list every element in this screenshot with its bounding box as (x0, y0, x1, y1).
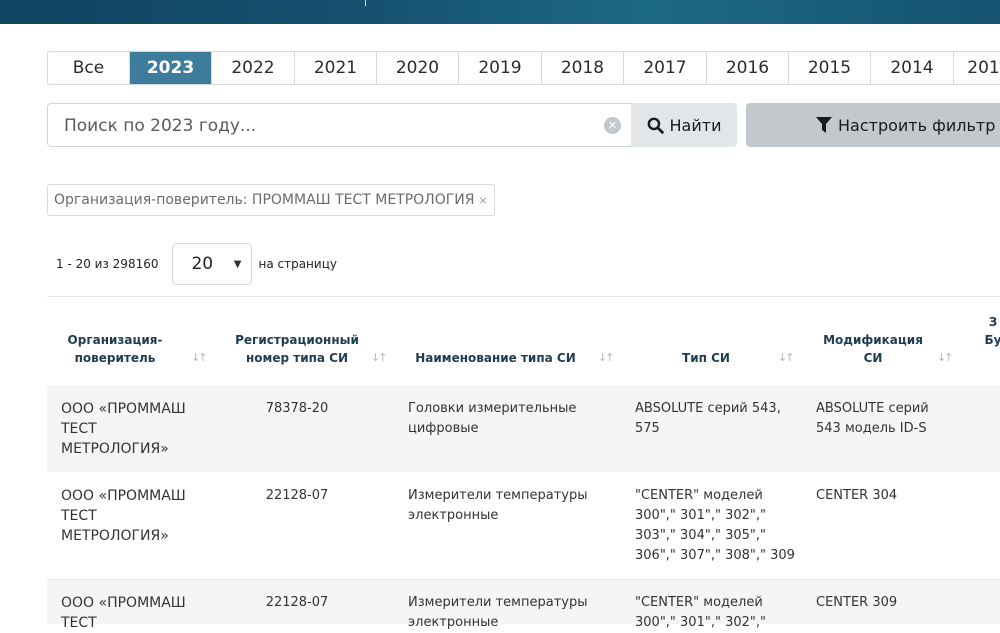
search-icon (647, 117, 664, 134)
table-top-divider (47, 296, 1000, 297)
cell-line: МЕТРОЛОГИЯ» (61, 528, 169, 544)
table-cell-type: "CENTER" моделей 300"," 301"," 302"," 303"… (635, 486, 805, 566)
table-cell-mod: CENTER 309 (816, 593, 966, 613)
cell-line: 300"," 301"," 302"," (635, 615, 766, 630)
tab-year-2019[interactable]: 2019 (459, 52, 542, 84)
header-line: Модификация (823, 333, 923, 347)
search-box: ✕ (47, 103, 631, 147)
cell-line: 543 модель ID-S (816, 421, 927, 436)
find-button-label: Найти (669, 115, 722, 135)
chevron-down-icon: ▼ (233, 258, 242, 270)
header-line: номер типа СИ (245, 351, 349, 365)
cell-line: "CENTER" моделей (635, 595, 763, 610)
table-cell-name: Измерители температуры электронные (408, 486, 598, 526)
header-line: Регистрационный (235, 333, 359, 347)
remove-filter-icon[interactable]: × (478, 194, 487, 207)
filter-button-label: Настроить фильтр (838, 115, 996, 135)
cell-line: Измерители температуры (408, 488, 588, 503)
per-page-label: на страницу (258, 257, 337, 271)
cell-line: цифровые (408, 421, 479, 436)
filter-chip-label: Организация-поверитель: ПРОММАШ ТЕСТ МЕТ… (54, 192, 475, 208)
cell-line: ТЕСТ (61, 508, 97, 524)
table-cell-type: "CENTER" моделей 300"," 301"," 302"," (635, 593, 805, 633)
table-cell-mod: ABSOLUTE серий 543 модель ID-S (816, 399, 966, 439)
table-cell-org: ООО «ПРОММАШ ТЕСТ МЕТРОЛОГИЯ» (61, 399, 221, 459)
sort-icon[interactable]: ↓↑ (598, 351, 615, 364)
cell-line: Головки измерительные (408, 401, 577, 416)
pagination-bar: 1 - 20 из 298160 20 ▼ на страницу (56, 243, 337, 285)
tab-year-2017[interactable]: 2017 (624, 52, 707, 84)
tab-year-all[interactable]: Все (48, 52, 130, 84)
cell-line: ТЕСТ (61, 421, 97, 437)
header-line: З (988, 315, 998, 329)
tab-year-2016[interactable]: 2016 (707, 52, 789, 84)
cell-line: ТЕСТ (61, 615, 97, 631)
tab-year-2022[interactable]: 2022 (212, 52, 295, 84)
cell-line: 300"," 301"," 302"," (635, 508, 766, 523)
cell-line: электронные (408, 615, 499, 630)
tab-year-2015[interactable]: 2015 (789, 52, 871, 84)
tab-year-2020[interactable]: 2020 (377, 52, 459, 84)
table-cell-name: Головки измерительные цифровые (408, 399, 598, 439)
cell-line: CENTER 304 (816, 488, 898, 503)
tab-year-201[interactable]: 201 (954, 52, 1000, 84)
tab-year-2014[interactable]: 2014 (871, 52, 954, 84)
header-line: Бу (984, 333, 1000, 347)
cell-line: МЕТРОЛОГИЯ» (61, 441, 169, 457)
column-header-organization[interactable]: Организация- поверитель (60, 331, 170, 367)
header-line: Организация- (67, 333, 163, 347)
cell-line: Измерители температуры (408, 595, 588, 610)
table-cell-mod: CENTER 304 (816, 486, 966, 506)
year-tabs: Все 2023 2022 2021 2020 2019 2018 2017 2016 2015 2… (47, 51, 1000, 85)
cell-line: ООО «ПРОММАШ (61, 595, 186, 611)
table-cell-reg: 22128-07 (265, 595, 329, 610)
column-header-truncated[interactable]: З Бу (978, 313, 1000, 349)
configure-filter-button[interactable]: Настроить фильтр (746, 103, 1000, 147)
tab-year-2018[interactable]: 2018 (542, 52, 624, 84)
table-cell-org: ООО «ПРОММАШ ТЕСТ МЕТРОЛОГИЯ» (61, 486, 221, 546)
cell-line: 303"," 304"," 305"," (635, 528, 766, 543)
results-range: 1 - 20 из 298160 (56, 257, 159, 271)
cell-line: CENTER 309 (816, 595, 898, 610)
sort-icon[interactable]: ↓↑ (778, 351, 795, 364)
table-cell-type: ABSOLUTE серий 543, 575 (635, 399, 805, 439)
per-page-select[interactable]: 20 ▼ (172, 243, 253, 285)
cell-line: "CENTER" моделей (635, 488, 763, 503)
cell-line: электронные (408, 508, 499, 523)
header-line: Наименование типа СИ (415, 351, 576, 365)
find-button[interactable]: Найти (631, 103, 737, 147)
header-line: поверитель (74, 351, 156, 365)
header-divider (365, 0, 366, 6)
table-cell-org: ООО «ПРОММАШ ТЕСТ (61, 593, 221, 633)
tab-year-2023[interactable]: 2023 (130, 52, 212, 84)
top-header-bar (0, 0, 1000, 24)
column-header-registration-number[interactable]: Регистрационный номер типа СИ (226, 331, 368, 367)
search-input[interactable] (62, 112, 596, 140)
cell-line: ООО «ПРОММАШ (61, 401, 186, 417)
cell-line: 306"," 307"," 308"," 309 (635, 548, 795, 563)
funnel-icon (816, 116, 832, 133)
active-filter-chip: Организация-поверитель: ПРОММАШ ТЕСТ МЕТ… (47, 184, 495, 216)
cell-line: ABSOLUTE серий 543, (635, 401, 781, 416)
column-header-type[interactable]: Тип СИ (676, 349, 736, 367)
cell-line: ABSOLUTE серий (816, 401, 929, 416)
cell-line: 575 (635, 421, 660, 436)
table-cell-reg: 22128-07 (265, 488, 329, 503)
tab-year-2021[interactable]: 2021 (295, 52, 377, 84)
header-line: Тип СИ (682, 351, 730, 365)
table-cell-name: Измерители температуры электронные (408, 593, 598, 633)
column-header-modification[interactable]: Модификация СИ (818, 331, 928, 367)
header-line: СИ (863, 351, 883, 365)
sort-icon[interactable]: ↓↑ (371, 351, 388, 364)
per-page-value: 20 (191, 254, 214, 274)
cell-line: ООО «ПРОММАШ (61, 488, 186, 504)
sort-icon[interactable]: ↓↑ (937, 351, 954, 364)
column-header-type-name[interactable]: Наименование типа СИ (408, 349, 583, 367)
clear-search-icon[interactable]: ✕ (604, 117, 621, 134)
table-cell-reg: 78378-20 (265, 401, 329, 416)
sort-icon[interactable]: ↓↑ (191, 351, 208, 364)
